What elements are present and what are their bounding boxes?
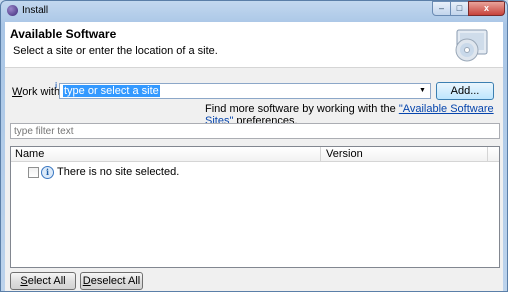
info-icon: i xyxy=(41,166,54,179)
column-header-name[interactable]: Name xyxy=(11,147,321,161)
chevron-down-icon[interactable]: ▼ xyxy=(416,84,429,98)
row-label: There is no site selected. xyxy=(57,166,180,178)
filter-input[interactable] xyxy=(10,123,500,139)
eclipse-icon xyxy=(7,5,18,16)
work-with-combo[interactable]: type or select a site ▼ xyxy=(59,83,431,99)
software-table: Name Version i There is no site selected… xyxy=(10,146,500,268)
window-title: Install xyxy=(22,5,49,16)
deselect-all-button[interactable]: Deselect All xyxy=(80,272,143,290)
close-button[interactable]: x xyxy=(468,1,505,16)
column-header-version[interactable]: Version xyxy=(323,147,488,161)
install-dialog: Install – □ x Available Software Select … xyxy=(0,0,508,292)
table-header: Name Version xyxy=(11,147,499,162)
work-with-combo-value[interactable]: type or select a site xyxy=(63,85,160,97)
select-all-button[interactable]: Select All xyxy=(10,272,76,290)
content-assist-icon: i xyxy=(55,81,58,90)
header-banner: Available Software Select a site or ente… xyxy=(5,22,503,68)
row-checkbox[interactable] xyxy=(28,167,39,178)
maximize-button[interactable]: □ xyxy=(450,1,469,16)
page-description: Select a site or enter the location of a… xyxy=(13,45,218,57)
table-row[interactable]: i There is no site selected. xyxy=(11,165,481,180)
add-button[interactable]: Add... xyxy=(436,82,494,100)
page-title: Available Software xyxy=(10,27,117,41)
dialog-content: Available Software Select a site or ente… xyxy=(5,22,503,291)
title-bar[interactable]: Install – □ x xyxy=(1,1,507,21)
software-cd-icon xyxy=(455,29,488,62)
minimize-button[interactable]: – xyxy=(432,1,451,16)
